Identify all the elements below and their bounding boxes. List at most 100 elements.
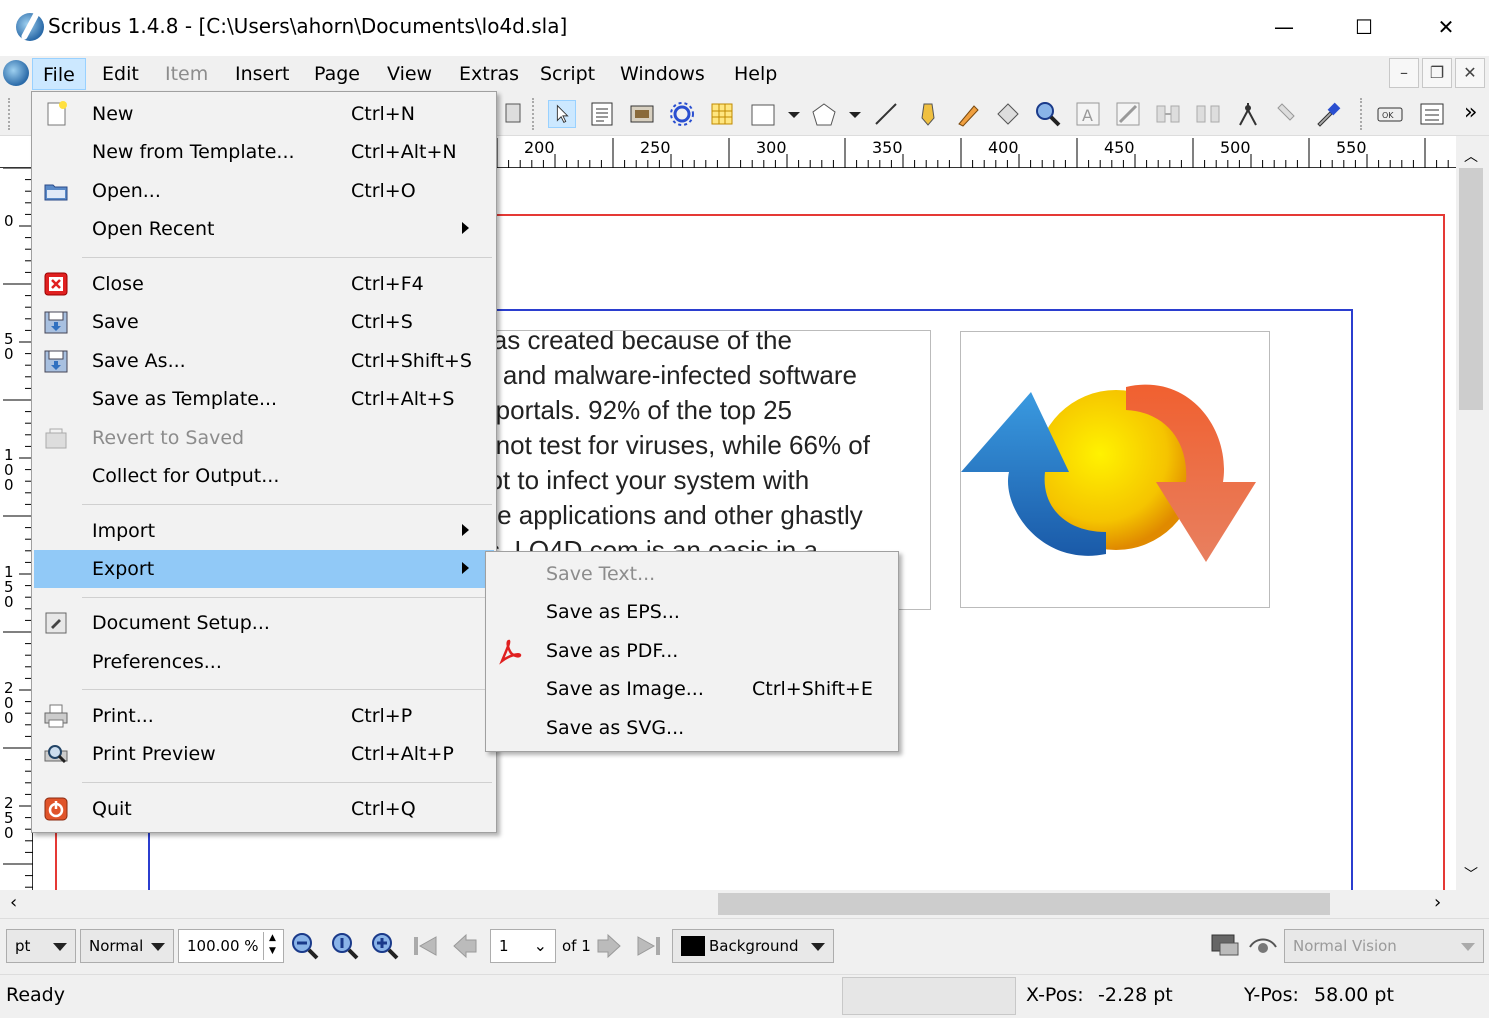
edit-contents-icon[interactable]: A [1074,100,1102,128]
menu-item-close[interactable]: Close Ctrl+F4 [34,265,494,303]
menu-item-save-as[interactable]: Save As... Ctrl+Shift+S [34,342,494,380]
menu-item-save-as-eps[interactable]: Save as EPS... [488,593,896,631]
close-document-icon [44,272,68,296]
image-frame-icon[interactable] [628,100,656,128]
zoom-stepper[interactable]: ▲ ▼ [263,932,281,960]
menu-insert[interactable]: Insert [225,58,300,90]
zoom-in-icon[interactable] [370,931,400,961]
image-frame[interactable] [960,331,1270,608]
unlink-frames-icon[interactable] [1194,100,1222,128]
mdi-minimize-button[interactable]: – [1389,58,1419,88]
render-frame-icon[interactable] [668,100,696,128]
menu-item-document-setup[interactable]: Document Setup... [34,604,494,642]
preflight-icon[interactable] [1418,100,1446,128]
menu-file[interactable]: File [32,58,86,90]
shape-icon[interactable] [750,100,778,128]
toolbar-separator [8,98,10,130]
menu-item-export[interactable]: Export [34,550,494,588]
menu-edit[interactable]: Edit [92,58,149,90]
eye-icon[interactable] [1248,931,1278,961]
previous-page-icon[interactable] [450,931,480,961]
line-icon[interactable] [872,100,900,128]
measure-icon[interactable] [1234,100,1262,128]
edit-text-icon[interactable] [1114,100,1142,128]
preview-mode-icon[interactable] [1210,931,1240,961]
vertical-scroll-thumb[interactable] [1459,168,1483,410]
copy-properties-icon[interactable] [1274,100,1302,128]
shape-dropdown-icon[interactable] [784,100,804,128]
text-frame-icon[interactable] [588,100,616,128]
polygon-dropdown-icon[interactable] [845,100,865,128]
menu-item-save[interactable]: Save Ctrl+S [34,303,494,341]
last-page-icon[interactable] [634,931,664,961]
unit-select[interactable]: pt [6,929,76,963]
menu-page[interactable]: Page [304,58,370,90]
menu-item-print[interactable]: Print... Ctrl+P [34,697,494,735]
document-icon[interactable] [3,60,29,86]
menu-script[interactable]: Script [530,58,605,90]
bezier-icon[interactable] [914,100,942,128]
menu-item-print-preview[interactable]: Print Preview Ctrl+Alt+P [34,735,494,773]
menu-item[interactable]: Item [155,58,218,90]
next-page-icon[interactable] [594,931,624,961]
link-frames-icon[interactable] [1154,100,1182,128]
menu-item-revert-to-saved[interactable]: Revert to Saved [34,419,494,457]
scroll-left-icon[interactable]: ‹ [10,892,17,913]
vertical-scrollbar[interactable]: ︿ ﹀ [1456,136,1486,890]
table-icon[interactable] [708,100,736,128]
menu-item-new[interactable]: New Ctrl+N [34,95,494,133]
polygon-icon[interactable] [810,100,838,128]
scroll-down-icon[interactable]: ﹀ [1464,864,1478,884]
vision-select[interactable]: Normal Vision [1284,929,1484,963]
copy-icon[interactable] [500,100,528,128]
menu-item-open[interactable]: Open... Ctrl+O [34,172,494,210]
ruler-label: 50 [4,330,14,363]
zoom-icon[interactable] [1034,100,1062,128]
zoom-out-icon[interactable] [290,931,320,961]
first-page-icon[interactable] [410,931,440,961]
close-button[interactable]: ✕ [1426,10,1466,44]
menu-item-save-as-template[interactable]: Save as Template... Ctrl+Alt+S [34,380,494,418]
menu-item-save-as-svg[interactable]: Save as SVG... [488,709,896,747]
menu-item-collect-for-output[interactable]: Collect for Output... [34,457,494,495]
menu-item-new-from-template[interactable]: New from Template... Ctrl+Alt+N [34,133,494,171]
view-mode-select[interactable]: Normal [80,929,174,963]
eyedropper-icon[interactable] [1314,100,1342,128]
maximize-button[interactable]: ☐ [1344,10,1384,44]
page-count: of 1 [562,937,591,955]
mdi-close-button[interactable]: ✕ [1455,58,1485,88]
vertical-ruler[interactable]: 0 50 100 150 200 250 [0,168,33,890]
mdi-restore-button[interactable]: ❐ [1422,58,1452,88]
menu-item-save-as-pdf[interactable]: Save as PDF... [488,632,896,670]
menu-help[interactable]: Help [724,58,787,90]
scroll-right-icon[interactable]: › [1434,892,1441,913]
menu-item-save-text[interactable]: Save Text... [488,555,896,593]
menu-item-preferences[interactable]: Preferences... [34,643,494,681]
menu-extras[interactable]: Extras [449,58,529,90]
minimize-button[interactable]: — [1264,10,1304,44]
ruler-label: 200 [4,679,14,727]
zoom-input[interactable]: 100.00 % ▲ ▼ [178,929,284,963]
zoom-100-icon[interactable] [330,931,360,961]
horizontal-scrollbar[interactable]: ‹ › [0,890,1460,918]
menu-item-open-recent[interactable]: Open Recent [34,210,494,248]
pdf-push-button-icon[interactable]: OK [1376,100,1404,128]
menu-item-quit[interactable]: Quit Ctrl+Q [34,790,494,828]
menu-item-import[interactable]: Import [34,512,494,550]
menu-view[interactable]: View [377,58,442,90]
freehand-icon[interactable] [954,100,982,128]
menu-item-save-as-image[interactable]: Save as Image... Ctrl+Shift+E [488,670,896,708]
menu-separator [82,782,492,783]
lo4d-logo-image [961,384,1256,562]
menu-separator [82,257,492,258]
horizontal-scroll-thumb[interactable] [718,893,1330,915]
rotate-icon[interactable] [994,100,1022,128]
toolbar-overflow-button[interactable]: » [1464,100,1477,125]
page-select[interactable]: 1 ⌄ [490,929,556,963]
quit-icon [44,797,68,821]
ruler-origin[interactable] [0,136,33,168]
select-icon[interactable] [548,100,576,128]
scroll-up-icon[interactable]: ︿ [1464,146,1478,166]
layer-select[interactable]: Background [672,929,834,963]
menu-windows[interactable]: Windows [610,58,715,90]
